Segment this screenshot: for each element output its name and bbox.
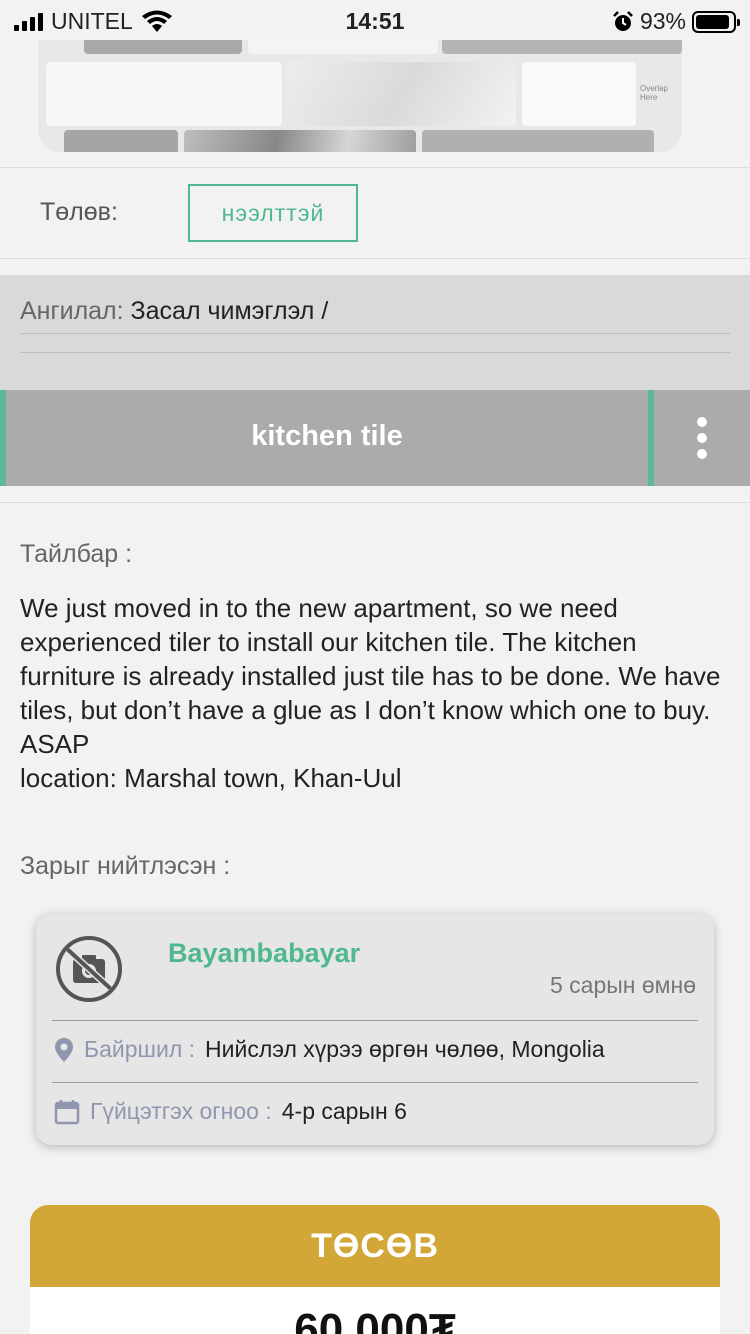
listing-photo[interactable]: Overlap Here <box>38 40 682 152</box>
divider <box>52 1020 698 1021</box>
more-options-button[interactable] <box>654 390 750 486</box>
location-value: Нийслэл хүрээ өргөн чөлөө, Mongolia <box>205 1036 605 1062</box>
status-label: Төлөв: <box>40 198 118 226</box>
divider <box>52 1082 698 1083</box>
listing-title: kitchen tile <box>251 420 403 452</box>
category-value[interactable]: Засал чимэглэл / <box>131 297 329 325</box>
poster-section-label: Зарыг нийтлэсэн : <box>20 852 231 880</box>
category-label: Ангилал: <box>20 297 124 325</box>
alarm-icon <box>613 10 633 31</box>
battery-percent: 93% <box>639 8 686 34</box>
listing-title-bar: kitchen tile <box>0 390 750 486</box>
divider <box>20 333 730 334</box>
category-section: Ангилал: Засал чимэглэл / <box>0 275 750 390</box>
location-pin-icon <box>55 1037 73 1062</box>
status-badge: нээлттэй <box>188 184 358 242</box>
description-label: Тайлбар : <box>20 540 133 568</box>
more-vertical-icon <box>697 417 707 427</box>
divider <box>0 258 750 259</box>
description-text: We just moved in to the new apartment, s… <box>20 593 721 793</box>
calendar-icon <box>54 1099 80 1124</box>
posted-time: 5 сарын өмнө <box>550 972 696 998</box>
battery-icon <box>692 10 740 33</box>
status-right: 93% <box>612 8 740 35</box>
due-date-row: Гүйцэтгэх огноо : 4-р сарын 6 <box>54 1098 407 1125</box>
category-line: Ангилал: Засал чимэглэл / <box>20 297 328 326</box>
budget-amount: 60,000₮ <box>294 1305 456 1334</box>
poster-card[interactable]: Bayambabayar 5 сарын өмнө Байршил : Нийс… <box>36 914 714 1145</box>
status-bar: UNITEL 14:51 93% <box>0 0 750 40</box>
divider <box>20 352 730 353</box>
poster-name[interactable]: Bayambabayar <box>168 938 360 969</box>
photo-watermark: Overlap Here <box>639 84 668 102</box>
due-date-value: 4-р сарын 6 <box>281 1098 407 1124</box>
budget-card: ТӨСӨВ 60,000₮ <box>30 1205 720 1334</box>
location-row: Байршил : Нийслэл хүрээ өргөн чөлөө, Mon… <box>54 1036 605 1063</box>
divider <box>0 167 750 168</box>
divider <box>0 502 750 503</box>
budget-title: ТӨСӨВ <box>30 1205 720 1287</box>
due-date-label: Гүйцэтгэх огноо : <box>90 1098 272 1124</box>
avatar[interactable] <box>56 936 122 1002</box>
location-label: Байршил : <box>84 1036 196 1062</box>
no-photo-icon <box>63 945 115 993</box>
